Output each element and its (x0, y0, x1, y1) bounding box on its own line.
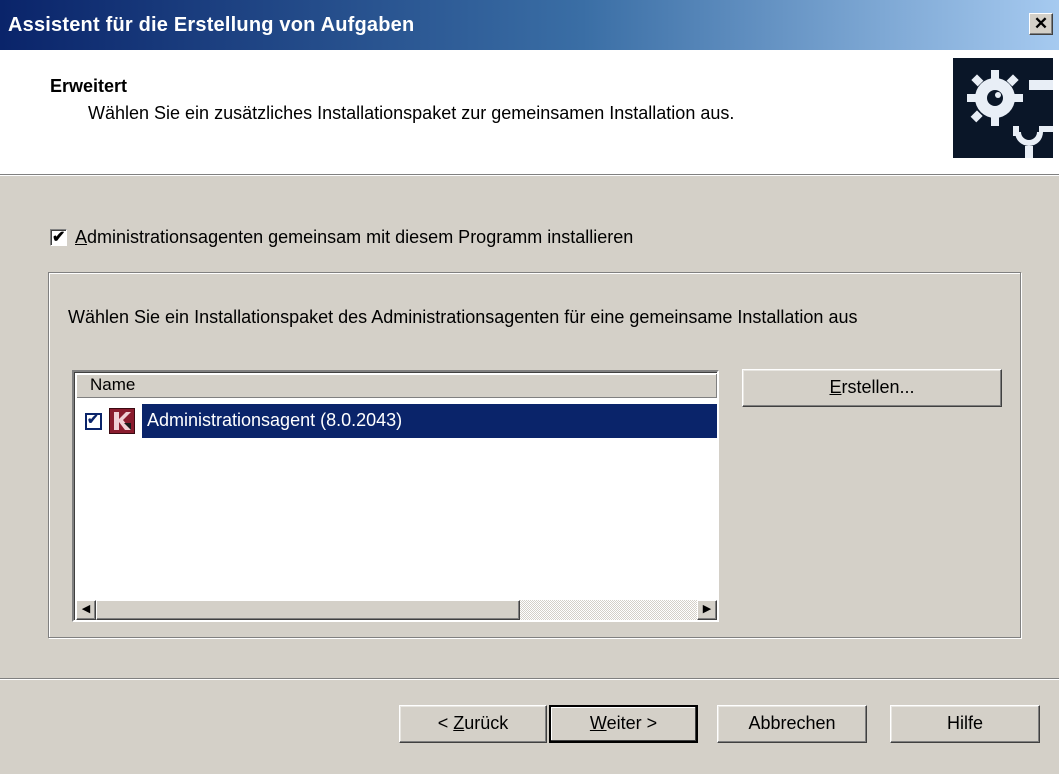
title-bar: Assistent für die Erstellung von Aufgabe… (0, 0, 1059, 50)
horizontal-scrollbar[interactable]: ◀ ▶ (76, 600, 717, 620)
next-button[interactable]: Weiter > (549, 705, 698, 743)
create-button[interactable]: Erstellen... (742, 369, 1002, 407)
footer-separator (0, 678, 1059, 680)
window-title: Assistent für die Erstellung von Aufgabe… (8, 13, 415, 36)
arrow-right-icon: ▶ (702, 603, 712, 615)
arrow-left-icon: ◀ (81, 603, 91, 615)
install-agent-checkbox[interactable]: ✔ Administrationsagenten gemeinsam mit d… (50, 227, 633, 248)
help-button[interactable]: Hilfe (890, 705, 1040, 743)
header-separator (0, 175, 1059, 177)
row-checkbox[interactable]: ✔ (85, 410, 102, 430)
scroll-left-button[interactable]: ◀ (76, 600, 96, 620)
page-subtitle: Wählen Sie ein zusätzliches Installation… (88, 103, 735, 123)
close-button[interactable]: ✕ (1029, 13, 1053, 35)
back-button[interactable]: < Zurück (399, 705, 547, 743)
wizard-header: Erweitert Wählen Sie ein zusätzliches In… (0, 50, 1059, 175)
package-list[interactable]: Name ✔ Administrationsagent (8.0.2043) ◀… (72, 370, 719, 622)
checkmark-icon: ✔ (87, 410, 99, 427)
cancel-button[interactable]: Abbrechen (717, 705, 867, 743)
list-header: Name (76, 374, 717, 398)
column-header-name[interactable]: Name (76, 374, 717, 398)
list-item[interactable]: ✔ Administrationsagent (8.0.2043) (76, 404, 717, 438)
install-agent-label: Administrationsagenten gemeinsam mit die… (75, 227, 634, 247)
checkbox[interactable]: ✔ (50, 229, 67, 246)
close-icon: ✕ (1033, 14, 1049, 33)
package-name: Administrationsagent (8.0.2043) (142, 404, 717, 438)
scroll-track[interactable] (520, 600, 697, 620)
settings-gears-icon (953, 58, 1053, 158)
group-description: Wählen Sie ein Installationspaket des Ad… (68, 307, 858, 327)
scroll-right-button[interactable]: ▶ (697, 600, 717, 620)
checkmark-icon: ✔ (52, 229, 66, 246)
page-title: Erweitert (50, 76, 128, 96)
kaspersky-k-icon (109, 408, 135, 434)
scroll-thumb[interactable] (96, 600, 520, 620)
